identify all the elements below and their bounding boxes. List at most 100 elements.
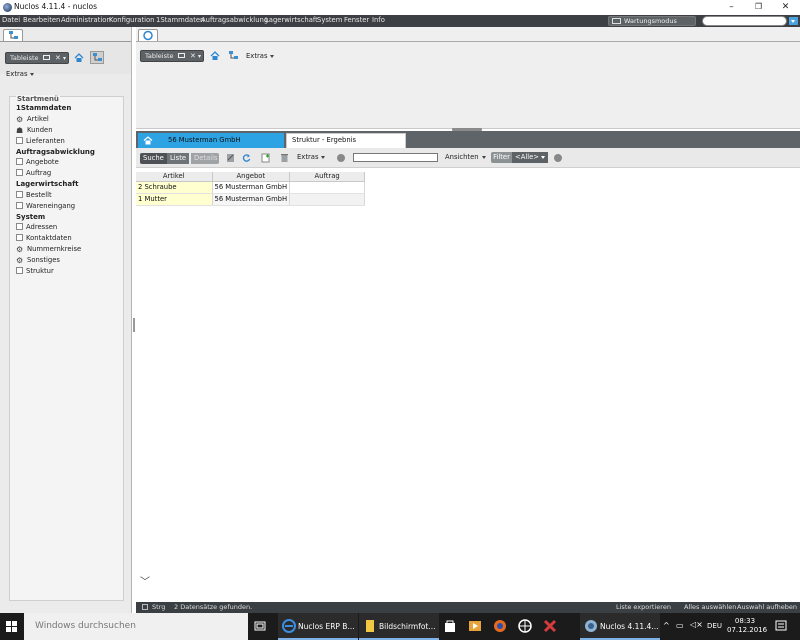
table-cell-angebot[interactable]: 56 Musterman GmbH — [212, 181, 291, 194]
startmenu-item-artikel[interactable]: ⚙ Artikel — [16, 115, 49, 124]
result-search-input[interactable] — [353, 153, 438, 162]
details-button[interactable]: Details — [191, 153, 219, 164]
table-cell-angebot[interactable]: 56 Musterman GmbH — [212, 193, 291, 206]
startmenu-item-kunden[interactable]: ☗ Kunden — [16, 126, 53, 135]
startmenu-item-bestellt[interactable]: Bestellt — [16, 191, 52, 199]
wartungsmodus-button[interactable]: Wartungsmodus — [608, 16, 696, 26]
left-tableiste-button[interactable]: Tableiste ✕ ▾ — [5, 52, 69, 64]
tab-musterman[interactable]: 56 Musterman GmbH — [138, 133, 284, 148]
task-view-icon[interactable] — [253, 619, 267, 633]
menu-search-dropdown-icon[interactable] — [789, 17, 798, 25]
taskbar-item-nuclos-app[interactable]: Nuclos 4.11.4... — [580, 613, 660, 640]
new-document-icon[interactable] — [261, 153, 270, 163]
filter-label: Filter — [491, 152, 512, 163]
menu-system[interactable]: System — [317, 16, 342, 24]
main-extras-menu[interactable]: Extras — [246, 52, 275, 60]
windows-start-button[interactable] — [0, 613, 24, 640]
strg-checkbox[interactable]: Strg — [142, 603, 165, 611]
startmenu-item-lieferanten[interactable]: Lieferanten — [16, 137, 65, 145]
menu-search-input[interactable] — [702, 16, 787, 26]
table-cell-auftrag[interactable] — [289, 193, 366, 206]
left-tab-structure[interactable] — [3, 29, 23, 41]
column-header-angebot[interactable]: Angebot — [212, 172, 291, 182]
table-row[interactable]: 2 Schraube 56 Musterman GmbH — [136, 181, 366, 194]
close-x-icon[interactable]: ✕ — [55, 53, 61, 63]
taskbar-item-bildschirmfoto[interactable]: Bildschirmfot... — [359, 613, 439, 640]
left-extras-menu[interactable]: Extras — [6, 70, 35, 78]
status-circle-icon[interactable] — [337, 154, 345, 162]
file-icon — [366, 620, 374, 632]
tab-struktur-ergebnis[interactable]: Struktur - Ergebnis — [286, 133, 406, 148]
menu-auftragsabwicklung[interactable]: Auftragsabwicklung — [201, 16, 268, 24]
task-label: Bildschirmfot... — [379, 622, 436, 631]
table-cell-auftrag[interactable] — [289, 181, 366, 194]
filter-status-circle-icon[interactable] — [554, 154, 562, 162]
tree-toggle-button[interactable] — [90, 51, 104, 64]
firefox-icon[interactable] — [493, 619, 507, 633]
ansichten-menu[interactable]: Ansichten — [445, 153, 486, 161]
notifications-icon[interactable] — [774, 619, 788, 633]
liste-button[interactable]: Liste — [167, 153, 190, 164]
chevron-down-icon[interactable]: ▾ — [198, 52, 201, 62]
column-header-auftrag[interactable]: Auftrag — [289, 172, 366, 182]
startmenu-item-angebote[interactable]: Angebote — [16, 158, 59, 166]
menu-konfiguration[interactable]: Konfiguration — [109, 16, 154, 24]
startmenu-item-struktur[interactable]: Struktur — [16, 267, 54, 275]
minimize-button[interactable]: – — [718, 0, 745, 15]
language-indicator[interactable]: DEU — [707, 622, 722, 630]
table-cell-artikel[interactable]: 2 Schraube — [136, 181, 213, 194]
home-icon[interactable] — [74, 53, 84, 63]
select-all-link[interactable]: Alles auswählen — [684, 603, 736, 611]
menu-1stammdaten[interactable]: 1Stammdaten — [156, 16, 204, 24]
table-row[interactable]: 1 Mutter 56 Musterman GmbH — [136, 193, 366, 206]
menu-bearbeiten[interactable]: Bearbeiten — [23, 16, 60, 24]
startmenu-item-wareneingang[interactable]: Wareneingang — [16, 202, 75, 210]
menu-lagerwirtschaft[interactable]: Lagerwirtschaft — [265, 16, 318, 24]
column-header-artikel[interactable]: Artikel — [136, 172, 213, 182]
home-icon[interactable] — [210, 51, 220, 61]
tree-icon[interactable] — [227, 50, 239, 61]
suche-button[interactable]: Suche — [140, 153, 167, 164]
windows-search-box[interactable]: Windows durchsuchen — [24, 613, 248, 640]
filter-select[interactable]: <Alle> — [512, 152, 548, 163]
main-tableiste-button[interactable]: Tableiste ✕ ▾ — [140, 50, 204, 62]
gears-icon: ⚙ — [16, 115, 24, 124]
chevron-down-icon — [30, 72, 35, 76]
close-x-icon[interactable]: ✕ — [190, 51, 196, 61]
edit-icon[interactable] — [226, 153, 235, 163]
chevron-down-icon[interactable]: ▾ — [63, 54, 66, 64]
volume-icon[interactable]: ◁× — [690, 620, 703, 629]
main-tab-nuclos[interactable] — [138, 29, 158, 41]
startmenu-item-kontaktdaten[interactable]: Kontaktdaten — [16, 234, 72, 242]
maximize-button[interactable]: ❐ — [745, 0, 772, 15]
puzzle-icon[interactable] — [543, 619, 557, 633]
store-icon[interactable] — [443, 619, 457, 633]
menu-administration[interactable]: Administration — [61, 16, 111, 24]
delete-icon[interactable] — [280, 153, 289, 163]
refresh-icon[interactable] — [242, 153, 251, 163]
startmenu-item-auftrag[interactable]: Auftrag — [16, 169, 51, 177]
close-button[interactable]: ✕ — [772, 0, 799, 15]
menu-datei[interactable]: Datei — [2, 16, 20, 24]
menu-fenster[interactable]: Fenster — [344, 16, 369, 24]
startmenu-item-nummernkreise[interactable]: ⚙ Nummernkreise — [16, 245, 81, 254]
toolbar-extras-menu[interactable]: Extras — [297, 153, 326, 161]
deselect-link[interactable]: Auswahl aufheben — [737, 603, 797, 611]
table-cell-artikel[interactable]: 1 Mutter — [136, 193, 213, 206]
window-titlebar: Nuclos 4.11.4 - nuclos – ❐ ✕ — [0, 0, 800, 15]
network-tool-icon[interactable] — [518, 619, 532, 633]
export-list-link[interactable]: Liste exportieren — [616, 603, 671, 611]
startmenu-item-sonstiges[interactable]: ⚙ Sonstiges — [16, 256, 60, 265]
menu-info[interactable]: Info — [372, 16, 385, 24]
checkbox-icon — [16, 169, 23, 176]
network-icon[interactable]: ▭ — [676, 621, 684, 630]
tray-chevron-up-icon[interactable]: ^ — [663, 621, 670, 630]
media-player-icon[interactable] — [468, 619, 482, 633]
startmenu-item-adressen[interactable]: Adressen — [16, 223, 57, 231]
expand-chevron-icon[interactable]: ﹀ — [140, 573, 150, 588]
left-tableiste-label: Tableiste — [10, 54, 39, 62]
taskbar-item-nuclos-erp[interactable]: Nuclos ERP B... — [278, 613, 358, 640]
nuclos-logo-icon — [143, 30, 153, 41]
taskbar-clock[interactable]: 08:33 07.12.2016 — [727, 617, 767, 635]
startmenu-group-lagerwirtschaft: Lagerwirtschaft — [16, 180, 79, 188]
